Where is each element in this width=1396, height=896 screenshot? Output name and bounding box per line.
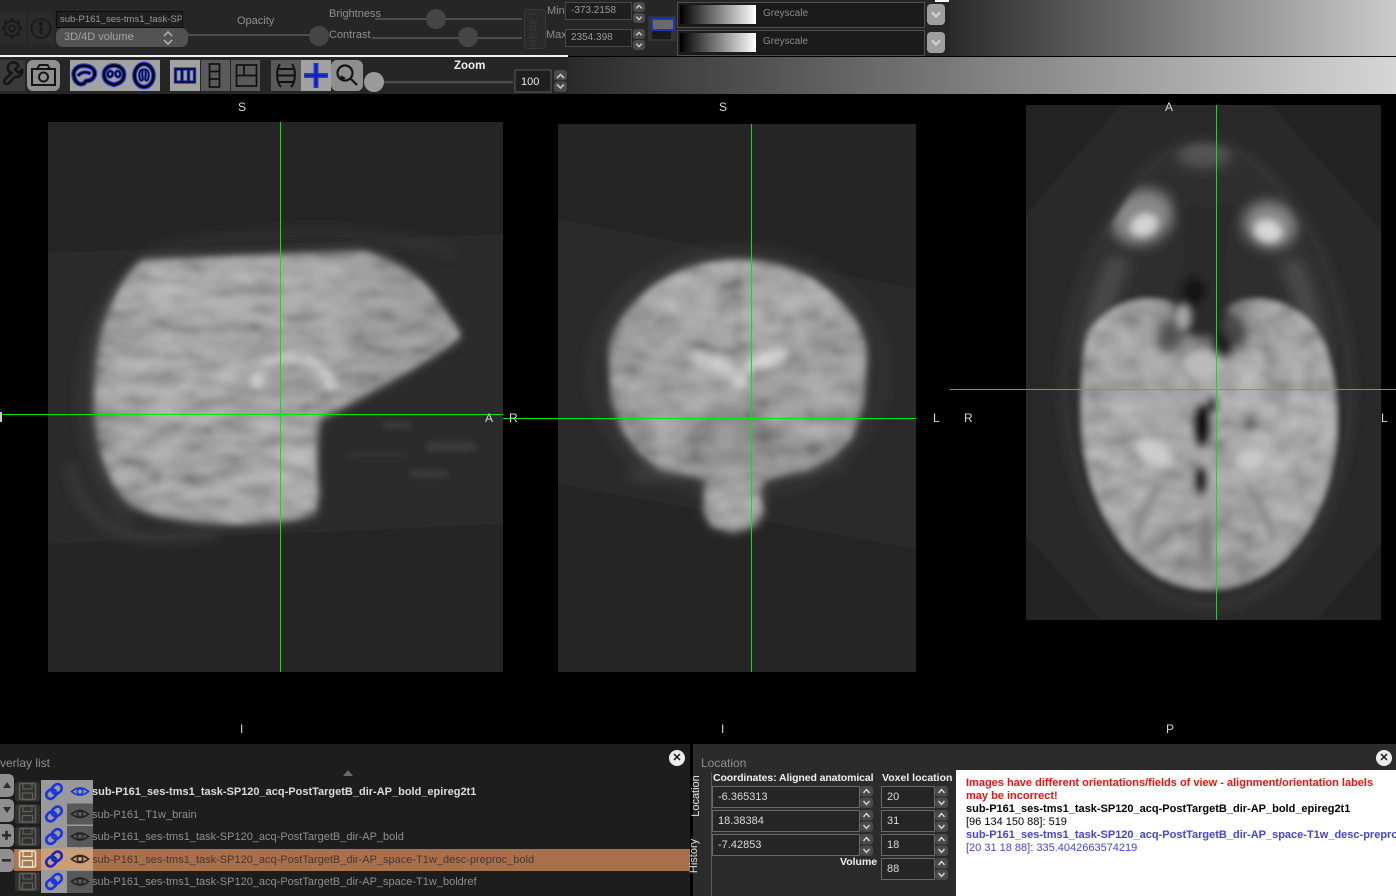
svg-text:100: 100: [521, 76, 539, 88]
svg-text:Zoom: Zoom: [454, 60, 485, 72]
